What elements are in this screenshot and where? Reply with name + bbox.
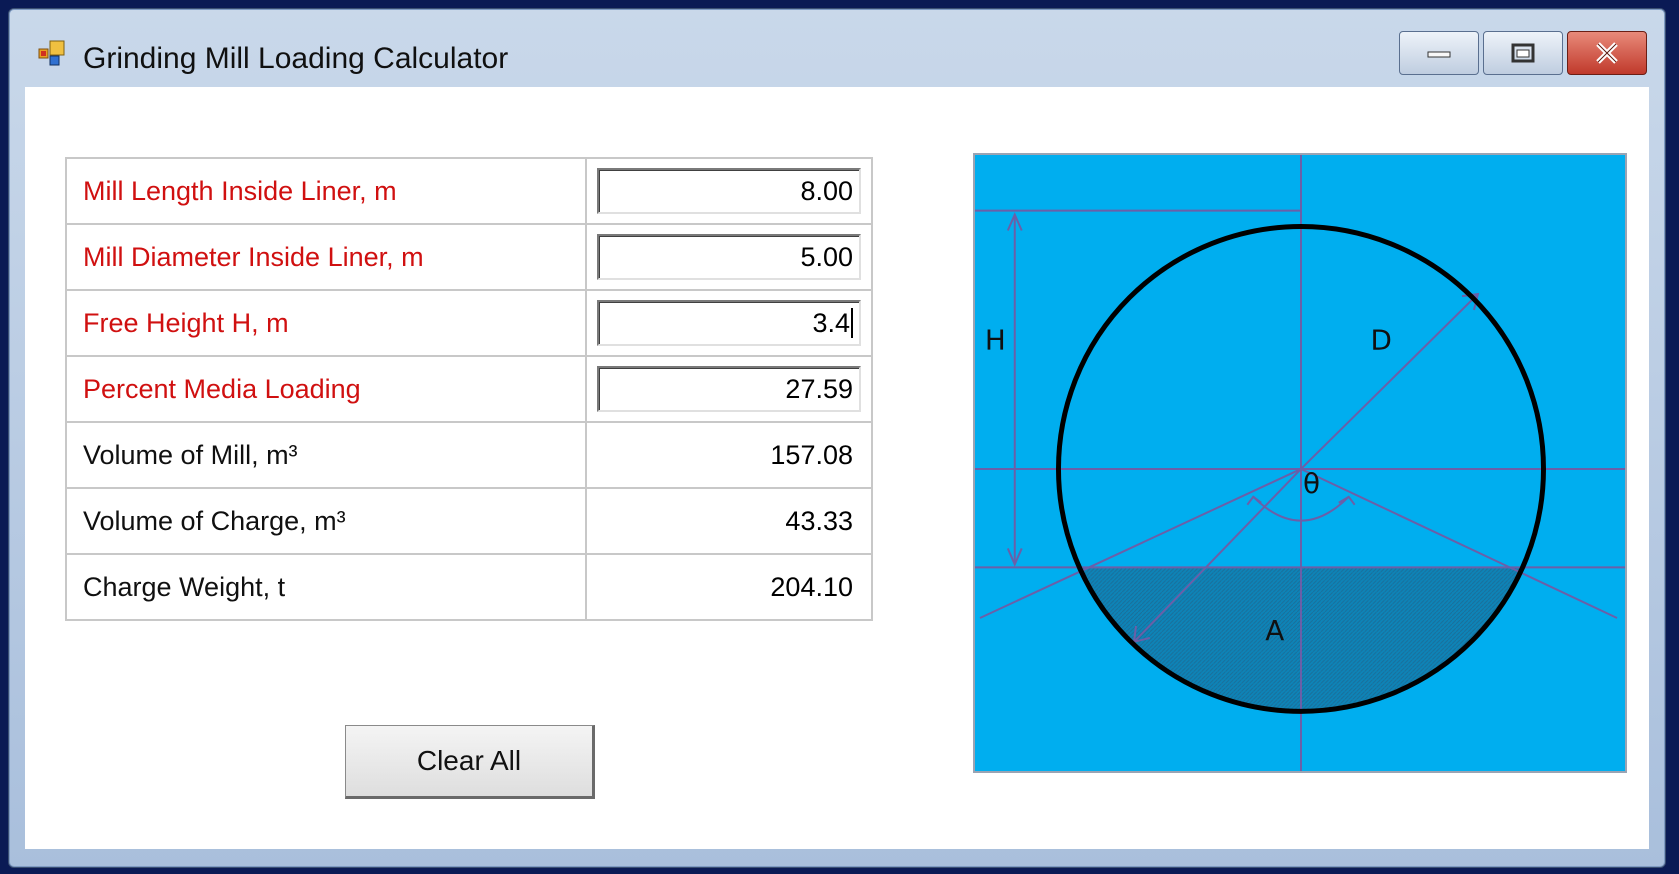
table-row: Volume of Mill, m³ 157.08	[65, 421, 873, 489]
maximize-icon	[1511, 43, 1535, 63]
calculator-grid: Mill Length Inside Liner, m 8.00 Mill Di…	[65, 157, 873, 621]
free-height-input[interactable]: 3.4	[597, 300, 861, 346]
table-row: Free Height H, m 3.4	[65, 289, 873, 357]
diameter-label: D	[1371, 324, 1392, 357]
text-caret	[851, 308, 853, 338]
volume-mill-label: Volume of Mill, m³	[65, 421, 587, 489]
mill-length-label: Mill Length Inside Liner, m	[65, 157, 587, 225]
app-icon	[38, 40, 65, 66]
charge-weight-value: 204.10	[770, 571, 853, 602]
table-row: Volume of Charge, m³ 43.33	[65, 487, 873, 555]
client-area: Mill Length Inside Liner, m 8.00 Mill Di…	[25, 87, 1649, 849]
table-row: Charge Weight, t 204.10	[65, 553, 873, 621]
percent-media-label: Percent Media Loading	[65, 355, 587, 423]
table-row: Percent Media Loading 27.59	[65, 355, 873, 423]
mill-length-input[interactable]: 8.00	[597, 168, 861, 214]
volume-charge-value: 43.33	[785, 505, 853, 536]
window-title: Grinding Mill Loading Calculator	[83, 42, 509, 75]
area-label: A	[1265, 614, 1284, 647]
minimize-button[interactable]	[1399, 31, 1479, 75]
mill-diameter-label: Mill Diameter Inside Liner, m	[65, 223, 587, 291]
volume-mill-value: 157.08	[770, 439, 853, 470]
title-bar[interactable]: Grinding Mill Loading Calculator	[9, 9, 1665, 85]
height-label: H	[985, 324, 1006, 357]
angle-label: θ	[1303, 467, 1320, 500]
charge-weight-label: Charge Weight, t	[65, 553, 587, 621]
mill-diameter-input[interactable]: 5.00	[597, 234, 861, 280]
volume-charge-label: Volume of Charge, m³	[65, 487, 587, 555]
maximize-button[interactable]	[1483, 31, 1563, 75]
percent-media-input[interactable]: 27.59	[597, 366, 861, 412]
clear-all-button[interactable]: Clear All	[345, 725, 595, 799]
table-row: Mill Diameter Inside Liner, m 5.00	[65, 223, 873, 291]
close-button[interactable]	[1567, 31, 1647, 75]
free-height-label: Free Height H, m	[65, 289, 587, 357]
mill-diagram: H D θ A	[973, 153, 1627, 773]
close-icon	[1596, 42, 1618, 64]
free-height-value: 3.4	[812, 307, 850, 338]
app-window: Grinding Mill Loading Calculator Mill Le…	[8, 8, 1666, 868]
table-row: Mill Length Inside Liner, m 8.00	[65, 157, 873, 225]
minimize-icon	[1427, 51, 1451, 58]
